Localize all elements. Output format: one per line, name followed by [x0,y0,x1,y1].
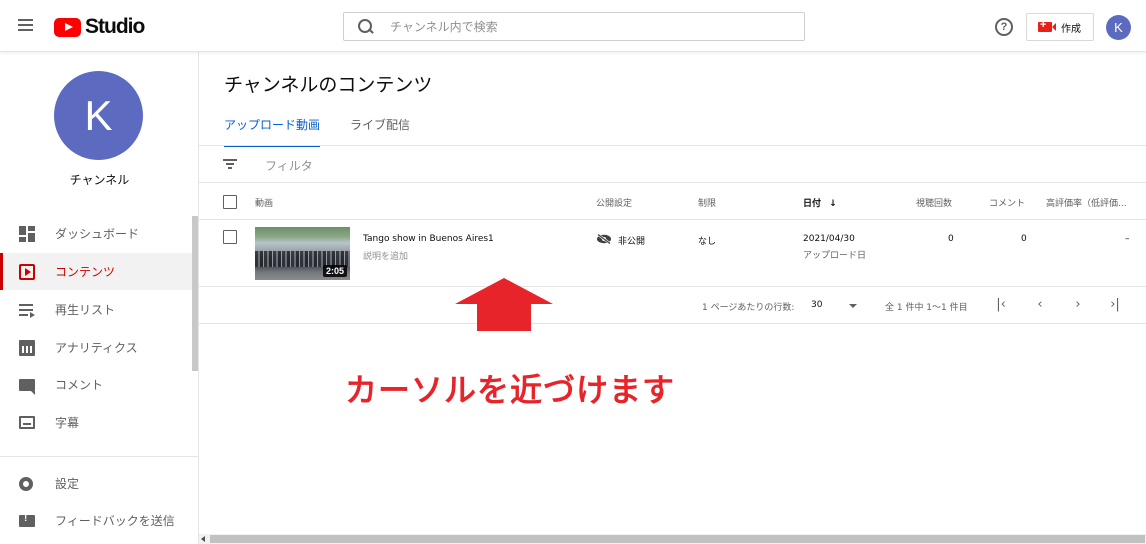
studio-logo[interactable]: Studio [54,15,145,39]
sidebar-item-label: 字幕 [55,416,80,430]
analytics-icon [19,339,35,356]
gear-icon [19,476,33,491]
sidebar-item-label: 設定 [55,477,80,491]
column-date-label: 日付 [803,199,822,209]
sidebar-item-analytics[interactable]: アナリティクス [0,329,192,366]
playlist-icon [19,301,35,318]
sidebar: K チャンネル ダッシュボード コンテンツ 再生リスト アナリティクス コメント… [0,52,199,544]
search-box[interactable] [343,12,805,41]
sidebar-item-label: アナリティクス [55,341,138,355]
channel-name: チャンネル [69,173,130,187]
next-page-icon[interactable]: › [1072,298,1084,311]
scrollbar-thumb[interactable] [210,535,1145,543]
column-restrictions: 制限 [698,199,717,209]
main-content: チャンネルのコンテンツ アップロード動画 ライブ配信 フィルタ 動画 公開設定 … [199,52,1146,544]
sidebar-item-subtitles[interactable]: 字幕 [0,404,192,441]
table-header: 動画 公開設定 制限 日付 ↓ 視聴回数 コメント 高評価率（低評価... [199,183,1146,220]
video-duration: 2:05 [322,265,347,277]
sidebar-item-label: フィードバックを送信 [55,514,175,528]
create-button[interactable]: 作成 [1026,13,1094,41]
views-value: 0 [948,234,954,244]
comment-icon [19,378,35,395]
row-checkbox[interactable] [223,230,237,244]
visibility-value[interactable]: 非公開 [618,234,645,247]
page-range-text: 全 1 件中 1〜1 件目 [885,303,968,313]
pagination-bar: 1 ページあたりの行数: 30 全 1 件中 1〜1 件目 |‹ ‹ › ›| [199,287,1146,324]
tab-uploads[interactable]: アップロード動画 [224,116,321,147]
logo-text: Studio [85,15,145,38]
tab-live[interactable]: ライブ配信 [350,116,410,145]
chevron-down-icon[interactable] [849,304,857,308]
dashboard-icon [19,225,35,242]
youtube-studio-app: Studio ? 作成 K K チャンネル ダッシュボード コンテンツ 再生リス… [0,0,1146,544]
column-views: 視聴回数 [916,199,953,209]
subtitles-icon [19,416,35,429]
annotation-text: カーソルを近づけます [345,371,676,409]
search-icon[interactable] [358,18,374,35]
sidebar-scrollbar[interactable] [192,216,198,371]
restrictions-value: なし [698,237,717,247]
sort-down-icon: ↓ [829,199,837,209]
sidebar-divider [0,456,198,457]
video-title[interactable]: Tango show in Buenos Aires1 [363,234,494,244]
column-visibility: 公開設定 [596,199,633,209]
sidebar-item-settings[interactable]: 設定 [0,465,192,502]
filter-icon[interactable] [223,159,237,169]
column-video: 動画 [255,199,274,209]
sidebar-item-comments[interactable]: コメント [0,366,192,403]
content-icon [19,263,35,280]
feedback-icon [19,513,35,527]
first-page-icon[interactable]: |‹ [995,298,1007,311]
help-icon[interactable]: ? [995,18,1013,36]
filter-input[interactable]: フィルタ [265,157,313,174]
youtube-play-icon [54,17,81,37]
sidebar-item-label: コンテンツ [55,265,116,279]
filter-bar: フィルタ [199,146,1146,183]
annotation-up-arrow [455,278,553,331]
hamburger-menu-icon[interactable] [16,16,36,36]
sidebar-item-label: ダッシュボード [55,227,140,241]
account-avatar[interactable]: K [1106,15,1131,40]
horizontal-scrollbar[interactable] [199,534,1146,544]
column-date[interactable]: 日付 ↓ [803,196,837,209]
search-input[interactable] [390,19,790,34]
date-value: 2021/04/30 [803,234,855,244]
video-thumbnail[interactable]: 2:05 [255,227,350,280]
comments-value: 0 [1021,234,1027,244]
create-video-icon [1038,19,1056,32]
sidebar-item-label: 再生リスト [55,303,116,317]
sidebar-item-content[interactable]: コンテンツ [0,253,192,290]
create-label: 作成 [1061,23,1081,35]
sidebar-item-feedback[interactable]: フィードバックを送信 [0,502,192,539]
select-all-checkbox[interactable] [223,195,237,209]
column-comments: コメント [989,199,1026,209]
sidebar-item-playlists[interactable]: 再生リスト [0,291,192,328]
column-likes: 高評価率（低評価... [1046,199,1127,209]
date-sub-label: アップロード日 [803,251,867,261]
table-row[interactable]: 2:05 Tango show in Buenos Aires1 説明を追加 非… [199,220,1146,287]
prev-page-icon[interactable]: ‹ [1034,298,1046,311]
page-title: チャンネルのコンテンツ [224,74,433,96]
rows-per-page-label: 1 ページあたりの行数: [702,303,795,313]
likes-value: – [1125,234,1130,244]
last-page-icon[interactable]: ›| [1109,298,1121,311]
top-header: Studio ? 作成 K [0,0,1146,52]
scroll-left-icon[interactable] [201,536,205,542]
video-description[interactable]: 説明を追加 [363,249,408,262]
rows-per-page-select[interactable]: 30 [811,300,822,310]
sidebar-item-dashboard[interactable]: ダッシュボード [0,215,192,252]
eye-off-icon [597,234,611,244]
channel-avatar[interactable]: K [54,71,143,160]
sidebar-item-label: コメント [55,378,104,392]
